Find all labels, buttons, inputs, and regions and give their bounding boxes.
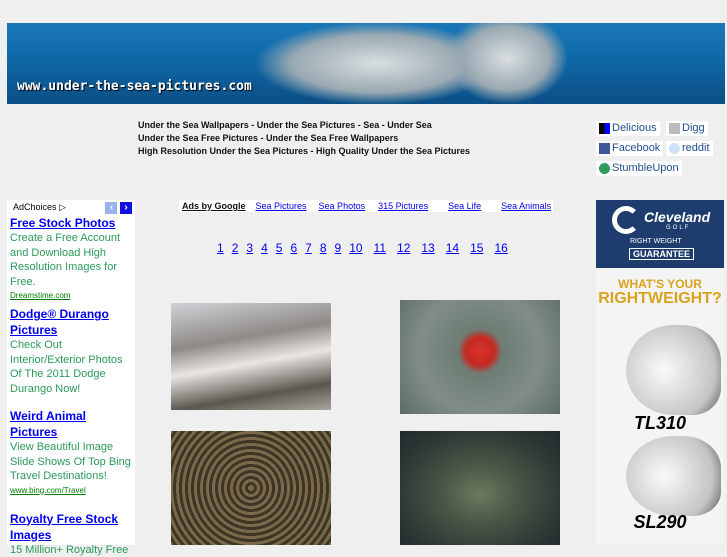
prev-arrow-icon[interactable]: ‹: [105, 202, 117, 214]
stumbleupon-link[interactable]: StumbleUpon: [596, 161, 682, 176]
ad-link-bar: Ads by Google Sea Pictures Sea Photos 31…: [179, 200, 553, 212]
digg-icon: [669, 123, 680, 134]
ad-headline: RIGHTWEIGHT?: [596, 290, 724, 307]
golf-club-image: [626, 325, 721, 415]
page-link[interactable]: 11: [374, 241, 386, 255]
label: reddit: [682, 141, 710, 156]
facebook-icon: [599, 143, 610, 154]
label: StumbleUpon: [612, 161, 679, 176]
delicious-link[interactable]: Delicious: [596, 121, 660, 136]
page-link[interactable]: 3: [246, 241, 253, 255]
page-link[interactable]: 15: [470, 241, 483, 255]
ad-title[interactable]: Dodge® Durango Pictures: [10, 306, 132, 338]
page-link[interactable]: 16: [494, 241, 507, 255]
thumbnail-terraces[interactable]: [171, 303, 331, 410]
page-link[interactable]: 4: [261, 241, 268, 255]
ad-model: TL310: [596, 413, 724, 434]
site-banner[interactable]: www.under-the-sea-pictures.com: [7, 23, 725, 104]
page-link[interactable]: 13: [421, 241, 434, 255]
facebook-link[interactable]: Facebook: [596, 141, 663, 156]
page-link[interactable]: 7: [305, 241, 312, 255]
page-link[interactable]: 12: [397, 241, 410, 255]
ad-headline: WHAT'S YOUR: [596, 278, 724, 290]
page-link[interactable]: 10: [349, 241, 362, 255]
site-url: www.under-the-sea-pictures.com: [17, 79, 252, 94]
adchoices-link[interactable]: AdChoices ▷: [13, 202, 66, 213]
ad-url[interactable]: www.bing.com/Travel: [10, 484, 132, 497]
label: Delicious: [612, 121, 657, 136]
page-link[interactable]: 8: [320, 241, 327, 255]
ad-desc: Create a Free Account and Download High …: [10, 231, 132, 289]
ad-desc: View Beautiful Image Slide Shows Of Top …: [10, 440, 132, 484]
stumbleupon-icon: [599, 163, 610, 174]
ad-badge: RIGHT WEIGHT: [630, 238, 682, 245]
tagline: High Resolution Under the Sea Pictures -…: [138, 145, 470, 158]
label: Digg: [682, 121, 705, 136]
ad-url[interactable]: Dreamstime.com: [10, 289, 132, 302]
digg-link[interactable]: Digg: [666, 121, 708, 136]
ads-by-google-label[interactable]: Ads by Google: [179, 201, 246, 211]
label: Facebook: [612, 141, 660, 156]
ad-title[interactable]: Royalty Free Stock Images: [10, 511, 132, 543]
ad-link[interactable]: Sea Animals: [501, 201, 551, 211]
golf-club-image: [626, 436, 721, 516]
tagline: Under the Sea Wallpapers - Under the Sea…: [138, 119, 470, 132]
cleveland-logo-icon: [612, 206, 640, 234]
ad-title[interactable]: Weird Animal Pictures: [10, 408, 132, 440]
ad-link[interactable]: Sea Pictures: [256, 201, 307, 211]
ad-link[interactable]: Sea Photos: [319, 201, 366, 211]
ad-model: SL290: [596, 512, 724, 533]
reddit-icon: [669, 143, 680, 154]
ad-desc: Check Out Interior/Exterior Photos Of Th…: [10, 338, 132, 396]
page-link[interactable]: 1: [217, 241, 224, 255]
ad-badge: GUARANTEE: [629, 248, 694, 260]
delicious-icon: [599, 123, 610, 134]
thumbnail-brain-coral[interactable]: [171, 431, 331, 545]
ad-title[interactable]: Free Stock Photos: [10, 215, 132, 231]
page-link[interactable]: 9: [335, 241, 342, 255]
thumbnail-sea-turtle[interactable]: [400, 431, 560, 545]
ad-brand: Cleveland: [644, 209, 710, 225]
page-link[interactable]: 14: [446, 241, 459, 255]
page-link[interactable]: 6: [290, 241, 297, 255]
right-ad-banner[interactable]: Cleveland GOLF RIGHT WEIGHT GUARANTEE WH…: [596, 200, 724, 545]
page-link[interactable]: 5: [276, 241, 283, 255]
left-ad-panel: AdChoices ▷ ‹ › Free Stock Photos Create…: [7, 200, 135, 545]
reddit-link[interactable]: reddit: [666, 141, 713, 156]
page-link[interactable]: 2: [232, 241, 239, 255]
thumbnail-starfish[interactable]: [400, 300, 560, 414]
ad-brand-sub: GOLF: [666, 225, 690, 231]
ad-link[interactable]: Sea Life: [448, 201, 481, 211]
pagination: 12345678910111213141516: [217, 241, 519, 255]
taglines: Under the Sea Wallpapers - Under the Sea…: [138, 119, 470, 158]
ad-link[interactable]: 315 Pictures: [378, 201, 428, 211]
tagline: Under the Sea Free Pictures - Under the …: [138, 132, 470, 145]
next-arrow-icon[interactable]: ›: [120, 202, 132, 214]
